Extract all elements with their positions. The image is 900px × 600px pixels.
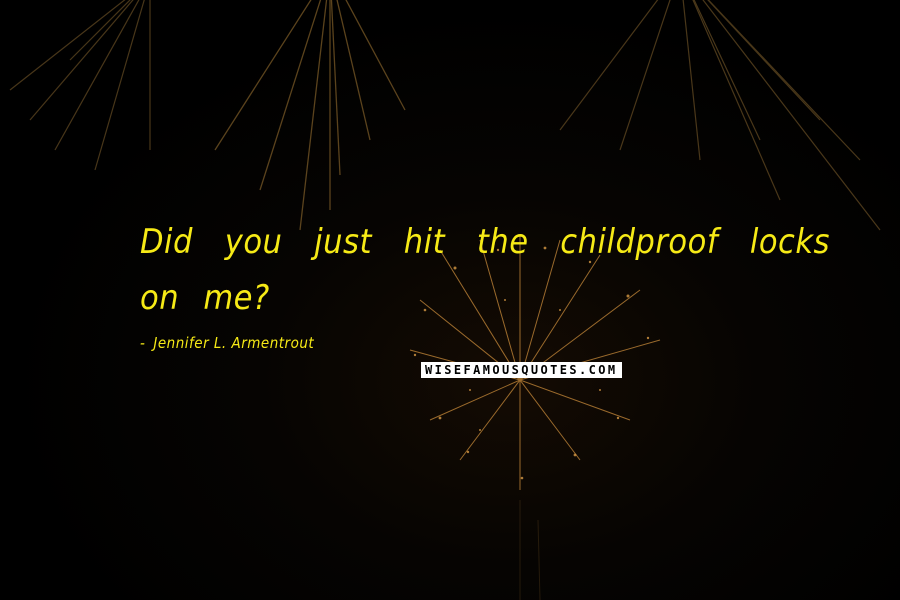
quote-text: Did you just hit the childproof locks on… <box>140 222 830 318</box>
quote-author: - Jennifer L. Armentrout <box>140 334 314 352</box>
author-dash: - <box>140 334 146 352</box>
firework-burst-top-left <box>9 0 151 171</box>
quote-card: Did you just hit the childproof locks on… <box>0 0 900 600</box>
watermark-logo: WISEFAMOUSQUOTES.COM <box>421 362 622 378</box>
firework-burst-top-center <box>214 0 406 231</box>
firework-burst-top-right <box>559 0 881 231</box>
author-name: Jennifer L. Armentrout <box>153 334 315 352</box>
firework-trails <box>519 500 541 600</box>
